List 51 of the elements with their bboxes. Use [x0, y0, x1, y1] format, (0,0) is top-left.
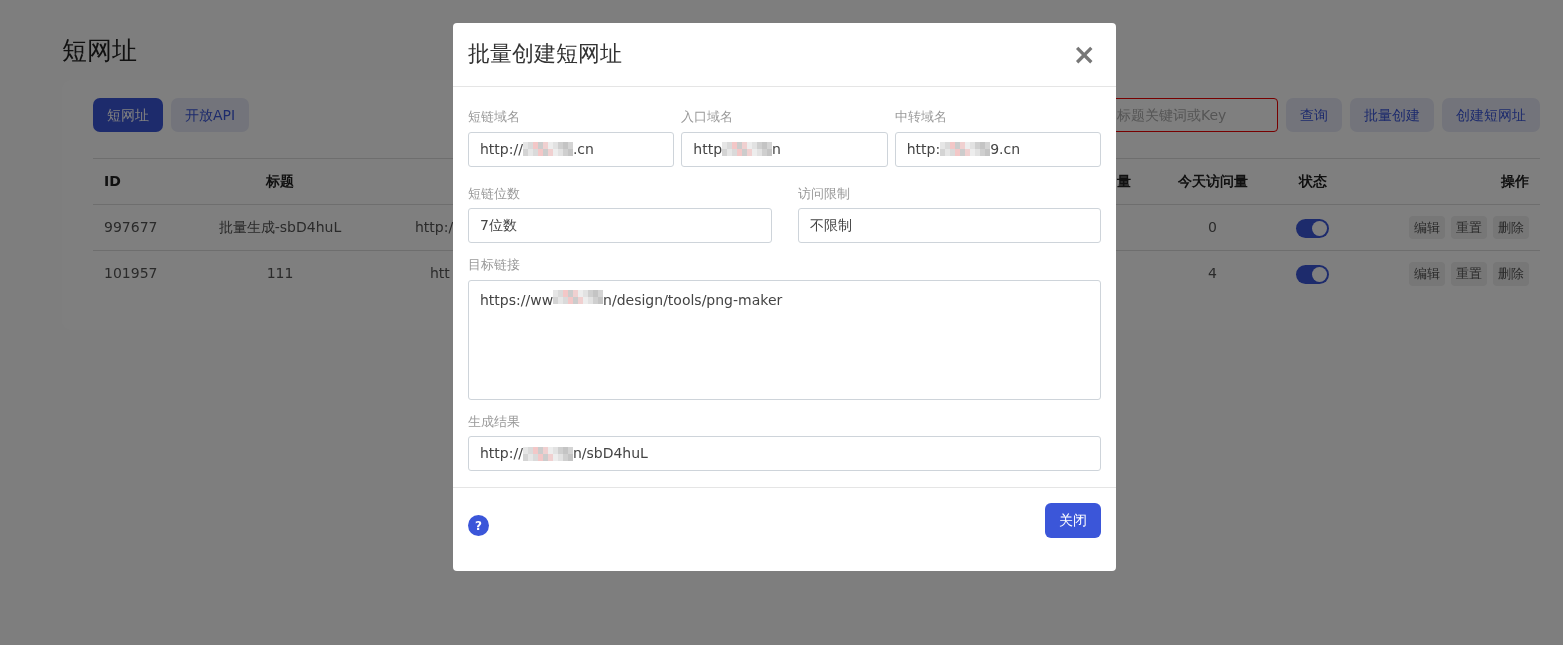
input-field[interactable]: http: 9.cn [894, 131, 1101, 167]
page-title: 短网址 [62, 36, 137, 66]
textarea-field[interactable]: https://ww n/design/tools/png-maker [468, 279, 1101, 400]
action-button[interactable]: 重置 [1451, 215, 1487, 240]
toggle-switch[interactable] [1296, 218, 1329, 238]
action-button[interactable]: 删除 [1493, 262, 1529, 286]
input-field[interactable]: 7位数 [468, 208, 772, 243]
field-label: 短链位数 [468, 184, 521, 203]
field-label: 中转域名 [894, 108, 948, 126]
table-cell: 101957 [104, 265, 158, 282]
action-button[interactable]: 编辑 [1409, 215, 1445, 240]
column-header: 量 [1117, 173, 1131, 189]
action-button[interactable]: 编辑 [1409, 262, 1445, 286]
toolbar-button[interactable]: 创建短网址 [1442, 98, 1540, 132]
pixelated-redaction-drawing [553, 289, 604, 304]
field-label: 目标链接 [468, 256, 521, 274]
table-cell: 批量生成-sbD4huL [218, 219, 342, 235]
field-label: 访问限制 [797, 184, 851, 203]
table-cell: 0 [1208, 219, 1217, 235]
help-icon[interactable]: ? [468, 515, 489, 536]
pixelated-redaction-drawing [522, 446, 573, 461]
table-cell: 997677 [104, 219, 158, 235]
tab[interactable]: 开放API [171, 98, 250, 132]
modal-title: 批量创建短网址 [468, 41, 622, 68]
column-header: 操作 [1501, 173, 1529, 189]
input-field[interactable]: http n [681, 131, 888, 167]
column-header: ID [104, 173, 121, 189]
toggle-switch[interactable] [1296, 264, 1329, 284]
input-field[interactable]: http:// .cn [468, 131, 675, 167]
toolbar-button[interactable]: 查询 [1286, 98, 1342, 132]
pixelated-redaction-drawing [722, 142, 773, 156]
field-label: 短链域名 [468, 108, 521, 126]
action-button[interactable]: 删除 [1493, 215, 1529, 240]
table-cell: http:/ [415, 219, 454, 235]
field-label: 生成结果 [468, 412, 521, 431]
pixelated-redaction-drawing [522, 142, 573, 156]
column-header: 标题 [266, 173, 294, 189]
close-button[interactable]: 关闭 [1045, 503, 1101, 538]
close-button[interactable]: × [1068, 40, 1100, 69]
input-field[interactable]: http:// n/sbD4huL [468, 436, 1101, 471]
table-cell: 111 [266, 265, 294, 282]
toolbar-button[interactable]: 批量创建 [1350, 98, 1434, 132]
table-cell: htt [430, 265, 450, 282]
pixelated-redaction-drawing [940, 142, 991, 156]
column-header: 状态 [1298, 173, 1327, 189]
field-label: 入口域名 [681, 108, 735, 126]
table-cell: 4 [1208, 265, 1217, 282]
input-field[interactable]: 不限制 [797, 208, 1101, 243]
column-header: 今天访问量 [1177, 173, 1248, 189]
action-button[interactable]: 重置 [1451, 262, 1487, 286]
tab[interactable]: 短网址 [93, 98, 163, 132]
